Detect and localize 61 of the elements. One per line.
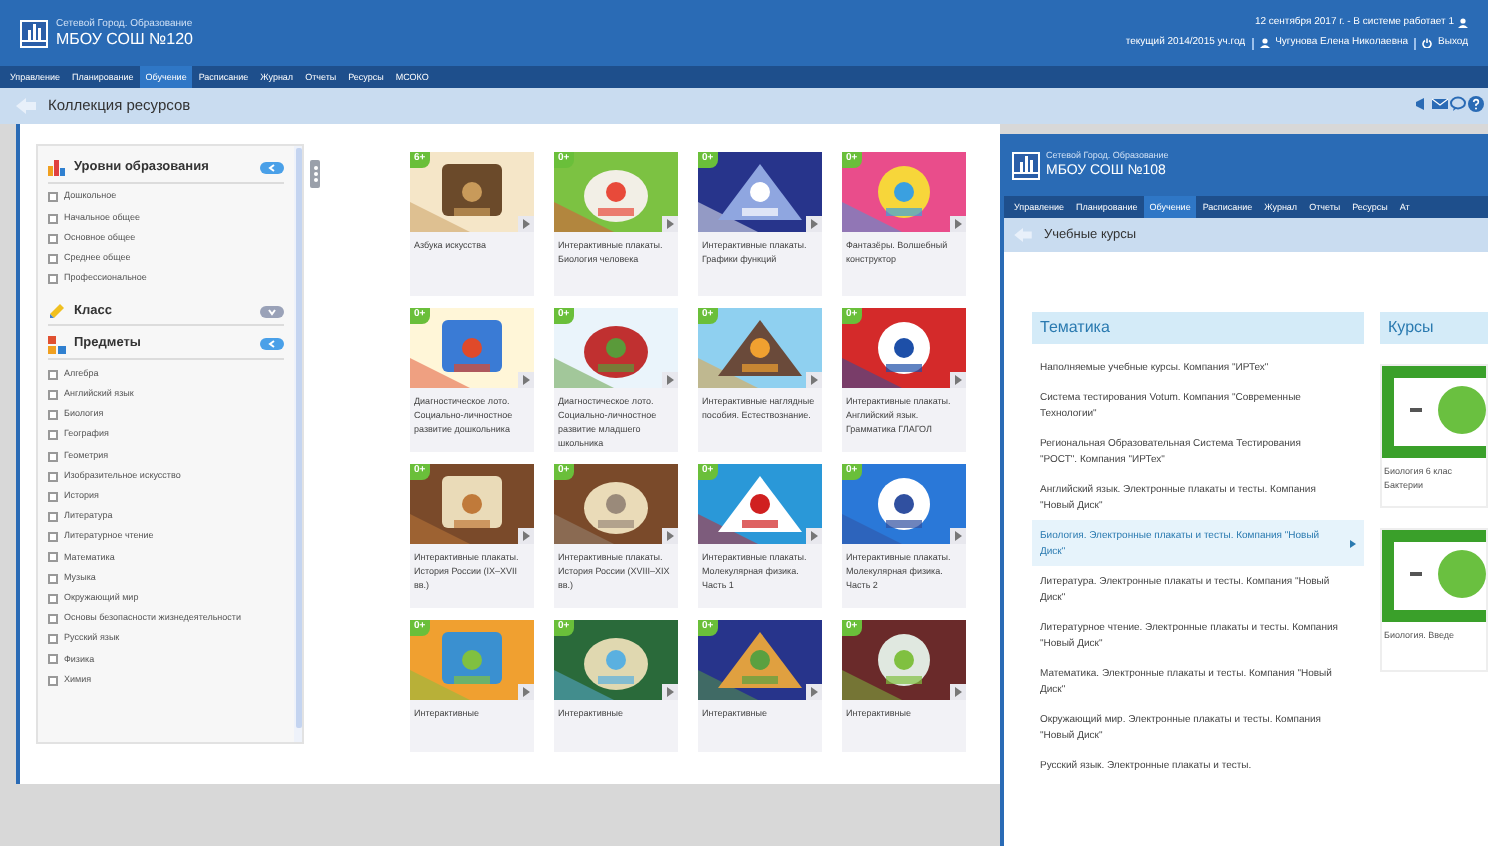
collapse-toggle[interactable] (260, 338, 284, 351)
panel-handle[interactable] (310, 160, 320, 188)
user-icon (1458, 17, 1468, 28)
checkbox[interactable] (48, 512, 58, 523)
checkbox[interactable] (48, 532, 58, 543)
checkbox[interactable] (48, 369, 58, 380)
school-name: МБОУ СОШ №120 (56, 29, 193, 49)
play-icon[interactable] (950, 216, 966, 232)
play-icon[interactable] (518, 372, 534, 388)
checkbox[interactable] (48, 634, 58, 645)
checkbox[interactable] (48, 274, 58, 285)
checkbox[interactable] (48, 552, 58, 563)
megaphone-icon[interactable] (1414, 96, 1430, 112)
play-icon[interactable] (518, 684, 534, 700)
play-icon[interactable] (518, 528, 534, 544)
blocks-icon (48, 335, 66, 354)
section-header: Тематика (1032, 312, 1364, 344)
logo-icon (20, 19, 48, 47)
checkbox[interactable] (48, 675, 58, 686)
checkbox[interactable] (48, 491, 58, 502)
collapse-toggle[interactable] (260, 305, 284, 318)
checkbox[interactable] (48, 389, 58, 400)
play-icon[interactable] (806, 372, 822, 388)
play-icon[interactable] (662, 528, 678, 544)
checkbox[interactable] (48, 471, 58, 482)
checkbox[interactable] (48, 430, 58, 441)
play-icon[interactable] (662, 684, 678, 700)
collapse-toggle[interactable] (260, 161, 284, 174)
chat-icon[interactable] (1450, 96, 1466, 112)
checkbox[interactable] (48, 253, 58, 264)
mail-icon[interactable] (1432, 96, 1448, 112)
chevron-down-icon (268, 307, 276, 316)
play-icon[interactable] (806, 528, 822, 544)
bar-chart-icon (48, 158, 66, 177)
pencils-icon (48, 302, 66, 321)
checkbox[interactable] (48, 593, 58, 604)
power-icon (1422, 38, 1433, 49)
chevron-left-icon (268, 340, 276, 349)
play-icon[interactable] (950, 372, 966, 388)
play-icon[interactable] (662, 216, 678, 232)
checkbox[interactable] (48, 654, 58, 665)
checkbox[interactable] (48, 213, 58, 224)
checkbox[interactable] (48, 573, 58, 584)
checkbox[interactable] (48, 233, 58, 244)
play-icon[interactable] (518, 216, 534, 232)
section-header: Курсы (1380, 312, 1488, 344)
checkbox[interactable] (48, 451, 58, 462)
user-icon (1259, 38, 1270, 49)
play-icon[interactable] (950, 528, 966, 544)
chevron-left-icon (268, 163, 276, 172)
play-icon[interactable] (662, 372, 678, 388)
scrollbar[interactable] (294, 146, 302, 742)
checkbox[interactable] (48, 614, 58, 625)
play-icon[interactable] (950, 684, 966, 700)
caret-right-icon (1350, 539, 1356, 547)
checkbox[interactable] (48, 192, 58, 203)
play-icon[interactable] (806, 684, 822, 700)
checkbox[interactable] (48, 410, 58, 421)
play-icon[interactable] (806, 216, 822, 232)
help-icon[interactable] (1468, 96, 1484, 112)
logo-icon (1012, 151, 1040, 179)
